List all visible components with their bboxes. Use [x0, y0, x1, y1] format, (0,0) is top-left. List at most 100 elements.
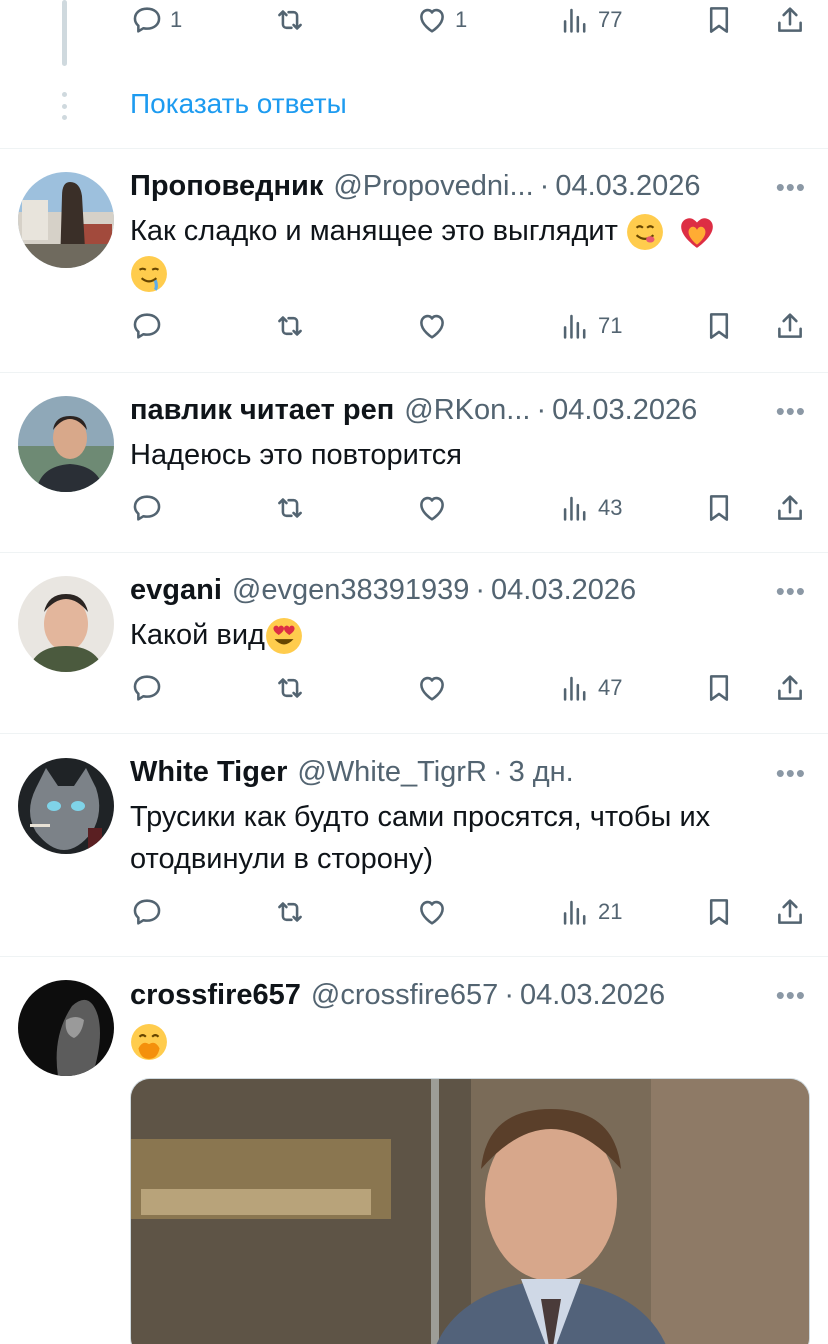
- tweet-header: павлик читает реп @RKon... · 04.03.2026: [130, 390, 808, 430]
- tweet-media-image[interactable]: [130, 1078, 810, 1344]
- display-name[interactable]: crossfire657: [130, 979, 301, 1012]
- reply-button[interactable]: [130, 306, 164, 346]
- action-bar: 43: [0, 488, 828, 528]
- bookmark-button[interactable]: [702, 668, 736, 708]
- action-bar: 47: [0, 668, 828, 708]
- retweet-button[interactable]: [273, 668, 307, 708]
- reply-button[interactable]: [130, 488, 164, 528]
- views-button[interactable]: 43: [558, 488, 622, 528]
- more-options-icon[interactable]: •••: [776, 172, 806, 203]
- display-name[interactable]: evgani: [130, 574, 222, 607]
- bookmark-button[interactable]: [702, 488, 736, 528]
- show-replies-link[interactable]: Показать ответы: [130, 88, 347, 120]
- like-button[interactable]: [415, 488, 449, 528]
- tweet-text: Трусики как будто сами просятся, чтобы и…: [130, 796, 798, 880]
- divider: [0, 372, 828, 373]
- avatar[interactable]: [18, 172, 114, 268]
- more-options-icon[interactable]: •••: [776, 576, 806, 607]
- display-name[interactable]: Проповедник: [130, 170, 323, 203]
- bookmark-button[interactable]: [702, 0, 736, 40]
- face-with-hand-over-mouth-emoji-icon: [131, 1024, 167, 1061]
- bookmark-button[interactable]: [702, 306, 736, 346]
- views-count: 77: [598, 7, 623, 32]
- share-icon: [773, 671, 807, 705]
- reply-icon: [130, 491, 164, 525]
- more-options-icon[interactable]: •••: [776, 758, 806, 789]
- tweet-text: [130, 1020, 798, 1062]
- heart-icon: [415, 309, 449, 343]
- username[interactable]: @Propovedni...: [333, 170, 533, 203]
- thread-dots: [61, 92, 67, 120]
- tweet-header: Проповедник @Propovedni... · 04.03.2026: [130, 166, 808, 206]
- share-icon: [773, 491, 807, 525]
- views-button[interactable]: 21: [558, 892, 622, 932]
- action-bar: 71: [0, 306, 828, 346]
- like-button[interactable]: 1: [415, 0, 467, 40]
- like-button[interactable]: [415, 668, 449, 708]
- share-button[interactable]: [773, 668, 807, 708]
- reply-button[interactable]: 1: [130, 0, 182, 40]
- avatar[interactable]: [18, 396, 114, 492]
- yum-emoji-icon: [626, 214, 663, 251]
- retweet-button[interactable]: [273, 0, 307, 40]
- heart-icon: [415, 3, 449, 37]
- retweet-button[interactable]: [273, 306, 307, 346]
- tweet-text-content: Как сладко и манящее это выглядит: [130, 215, 618, 247]
- bookmark-icon: [702, 671, 736, 705]
- divider: [0, 552, 828, 553]
- separator: ·: [539, 169, 550, 202]
- divider: [0, 956, 828, 957]
- heart-icon: [415, 671, 449, 705]
- views-button[interactable]: 77: [558, 0, 622, 40]
- share-icon: [773, 3, 807, 37]
- tweet-text-content: Какой вид: [130, 619, 265, 651]
- avatar[interactable]: [18, 758, 114, 854]
- bar-chart-icon: [558, 895, 592, 929]
- retweet-button[interactable]: [273, 892, 307, 932]
- retweet-button[interactable]: [273, 488, 307, 528]
- heart-icon: [415, 491, 449, 525]
- more-options-icon[interactable]: •••: [776, 396, 806, 427]
- reply-button[interactable]: [130, 892, 164, 932]
- bookmark-icon: [702, 895, 736, 929]
- timestamp[interactable]: 04.03.2026: [520, 979, 665, 1012]
- avatar[interactable]: [18, 980, 114, 1076]
- username[interactable]: @crossfire657: [311, 979, 498, 1012]
- reply-count: 1: [170, 7, 183, 32]
- like-button[interactable]: [415, 892, 449, 932]
- action-bar: 21: [0, 892, 828, 932]
- avatar[interactable]: [18, 576, 114, 672]
- timestamp[interactable]: 3 дн.: [509, 756, 574, 789]
- timestamp[interactable]: 04.03.2026: [491, 574, 636, 607]
- username[interactable]: @White_TigrR: [297, 756, 487, 789]
- share-button[interactable]: [773, 892, 807, 932]
- retweet-icon: [273, 491, 307, 525]
- timestamp[interactable]: 04.03.2026: [555, 170, 700, 203]
- display-name[interactable]: White Tiger: [130, 756, 287, 789]
- share-button[interactable]: [773, 0, 807, 40]
- tweet-text-content: Надеюсь это повторится: [130, 439, 463, 471]
- share-icon: [773, 309, 807, 343]
- tweet-text: Какой вид: [130, 614, 798, 656]
- reply-button[interactable]: [130, 668, 164, 708]
- bar-chart-icon: [558, 3, 592, 37]
- views-count: 71: [598, 313, 623, 338]
- reply-icon: [130, 895, 164, 929]
- separator: ·: [504, 978, 514, 1011]
- timestamp[interactable]: 04.03.2026: [552, 394, 697, 427]
- more-options-icon[interactable]: •••: [776, 980, 806, 1011]
- retweet-icon: [273, 309, 307, 343]
- views-button[interactable]: 71: [558, 306, 622, 346]
- reply-icon: [130, 671, 164, 705]
- reply-icon: [130, 309, 164, 343]
- share-button[interactable]: [773, 306, 807, 346]
- share-button[interactable]: [773, 488, 807, 528]
- views-button[interactable]: 47: [558, 668, 622, 708]
- previous-tweet-footer: 1 1 77 Показать ответы: [0, 0, 828, 150]
- bookmark-button[interactable]: [702, 892, 736, 932]
- separator: ·: [475, 573, 486, 606]
- display-name[interactable]: павлик читает реп: [130, 394, 394, 427]
- username[interactable]: @RKon...: [404, 394, 530, 427]
- like-button[interactable]: [415, 306, 449, 346]
- username[interactable]: @evgen38391939: [232, 574, 469, 607]
